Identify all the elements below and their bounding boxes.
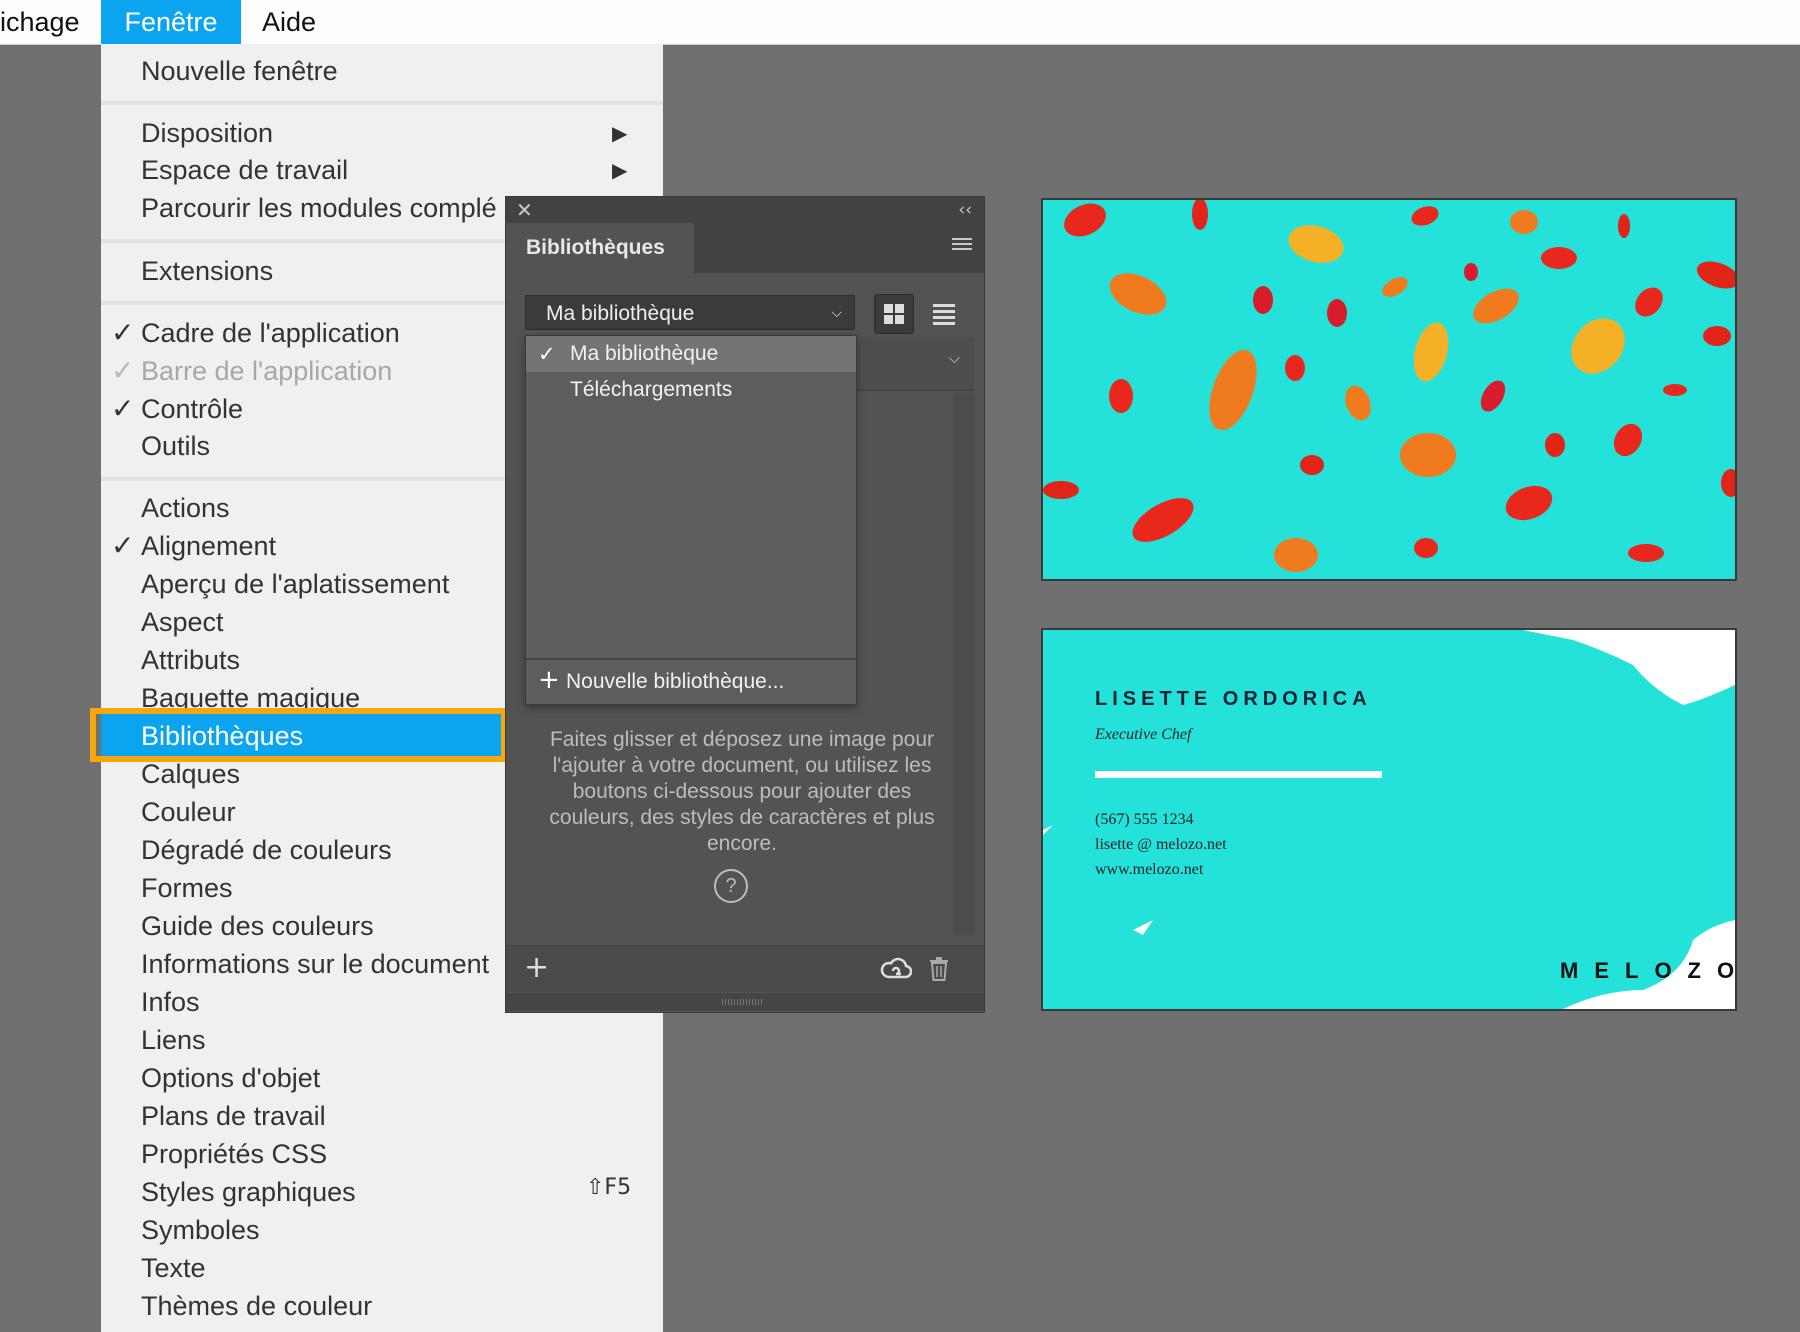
menu-separator [101,101,663,105]
help-icon[interactable]: ? [714,869,748,903]
menu-aide[interactable]: Aide [262,0,342,44]
menu-item-disposition[interactable]: Disposition [141,115,273,151]
checkmark-icon: ✓ [111,316,135,349]
library-select[interactable]: Ma bibliothèque ⌵ [525,295,855,330]
new-library-button[interactable]: Nouvelle bibliothèque... [566,664,784,700]
menu-item-formes[interactable]: Formes [141,870,233,906]
menu-item-themes-couleur[interactable]: Thèmes de couleur [141,1288,372,1324]
pepper-shapes [1043,200,1735,572]
dropdown-separator [526,658,856,660]
menu-item-controle[interactable]: Contrôle [141,391,243,427]
submenu-arrow-icon: ▶ [612,158,628,182]
checkmark-icon: ✓ [111,392,135,425]
card-role: Executive Chef [1095,726,1192,743]
empty-state-description: Faites glisser et déposez une image pour… [549,728,935,855]
grid-view-icon[interactable] [874,294,914,334]
submenu-arrow-icon: ▶ [612,121,628,145]
menu-item-parcourir-modules[interactable]: Parcourir les modules complé [141,190,497,226]
library-dropdown: ✓ Ma bibliothèque Téléchargements + Nouv… [525,335,857,705]
menu-separator [101,301,505,305]
card-email: lisette @ melozo.net [1095,836,1227,853]
menu-item-styles-graphiques[interactable]: Styles graphiques [141,1174,356,1210]
card-name: LISETTE ORDORICA [1095,688,1372,710]
tab-bibliotheques[interactable]: Bibliothèques [506,223,694,273]
filter-strip[interactable]: ⌵ [856,337,974,391]
menu-affichage[interactable]: ichage [0,0,101,44]
list-view-icon[interactable] [924,294,964,334]
checkmark-icon: ✓ [111,529,135,562]
menu-item-guide-couleurs[interactable]: Guide des couleurs [141,908,374,944]
panel-title-bar: ✕ ‹‹ [506,197,984,223]
menu-item-aspect[interactable]: Aspect [141,604,224,640]
card-phone: (567) 555 1234 [1095,811,1194,828]
business-card: LISETTE ORDORICA Executive Chef (567) 55… [1041,628,1737,1011]
menu-item-bibliotheques[interactable]: Bibliothèques [141,718,303,754]
menu-bar: ichage Fenêtre Aide [0,0,1800,45]
menu-item-outils[interactable]: Outils [141,428,210,464]
panel-footer: + [506,945,984,992]
chevron-down-icon: ⌵ [831,305,842,321]
card-brand-logo: MELOZO [1560,958,1737,983]
peppers-photo [1041,198,1737,581]
panel-resize-bar[interactable] [506,993,984,1011]
resize-grip-icon[interactable] [722,999,762,1005]
menu-item-proprietes-css[interactable]: Propriétés CSS [141,1136,327,1172]
libraries-panel: ✕ ‹‹ Bibliothèques Ma bibliothèque ⌵ ⌵ ✓… [505,196,985,1013]
menu-item-actions[interactable]: Actions [141,490,230,526]
shortcut-label: ⇧F5 [586,1175,632,1200]
menu-item-alignement[interactable]: Alignement [141,528,276,564]
menu-item-infos[interactable]: Infos [141,984,200,1020]
menu-item-plans-travail[interactable]: Plans de travail [141,1098,326,1134]
menu-separator [101,477,505,481]
double-chevron-left-icon[interactable]: ‹‹ [958,197,972,223]
menu-item-barre-application: Barre de l'application [141,356,393,386]
menu-fenetre[interactable]: Fenêtre [101,0,241,44]
trash-icon[interactable] [928,956,950,987]
menu-item-options-objet[interactable]: Options d'objet [141,1060,320,1096]
chevron-down-icon: ⌵ [948,349,960,367]
checkmark-icon: ✓ [111,354,135,387]
menu-separator [101,239,505,243]
card-divider [1095,771,1382,778]
library-select-value: Ma bibliothèque [546,302,695,325]
menu-item-degrade-couleurs[interactable]: Dégradé de couleurs [141,832,392,868]
menu-item-extensions[interactable]: Extensions [141,253,273,289]
dropdown-option-telechargements[interactable]: Téléchargements [570,372,732,408]
menu-item-nouvelle-fenetre[interactable]: Nouvelle fenêtre [141,53,338,89]
checkmark-icon: ✓ [538,342,556,366]
menu-item-informations-document[interactable]: Informations sur le document [141,946,489,982]
menu-item-liens[interactable]: Liens [141,1022,206,1058]
panel-scrollbar[interactable] [953,393,975,935]
menu-item-espace-de-travail[interactable]: Espace de travail [141,152,348,188]
creative-cloud-icon[interactable] [880,956,913,987]
menu-item-calques[interactable]: Calques [141,756,240,792]
card-website: www.melozo.net [1095,861,1204,878]
plus-icon[interactable]: + [524,948,549,988]
hamburger-menu-icon[interactable] [952,238,972,252]
dropdown-option-ma-bibliotheque[interactable]: Ma bibliothèque [570,336,718,372]
menu-item-texte[interactable]: Texte [141,1250,206,1286]
menu-item-couleur[interactable]: Couleur [141,794,236,830]
menu-item-symboles[interactable]: Symboles [141,1212,260,1248]
plus-icon: + [538,665,560,695]
menu-item-attributs[interactable]: Attributs [141,642,240,678]
menu-item-cadre-application[interactable]: Cadre de l'application [141,315,400,351]
menu-item-apercu-aplatissement[interactable]: Aperçu de l'aplatissement [141,566,449,602]
close-icon[interactable]: ✕ [516,197,533,223]
